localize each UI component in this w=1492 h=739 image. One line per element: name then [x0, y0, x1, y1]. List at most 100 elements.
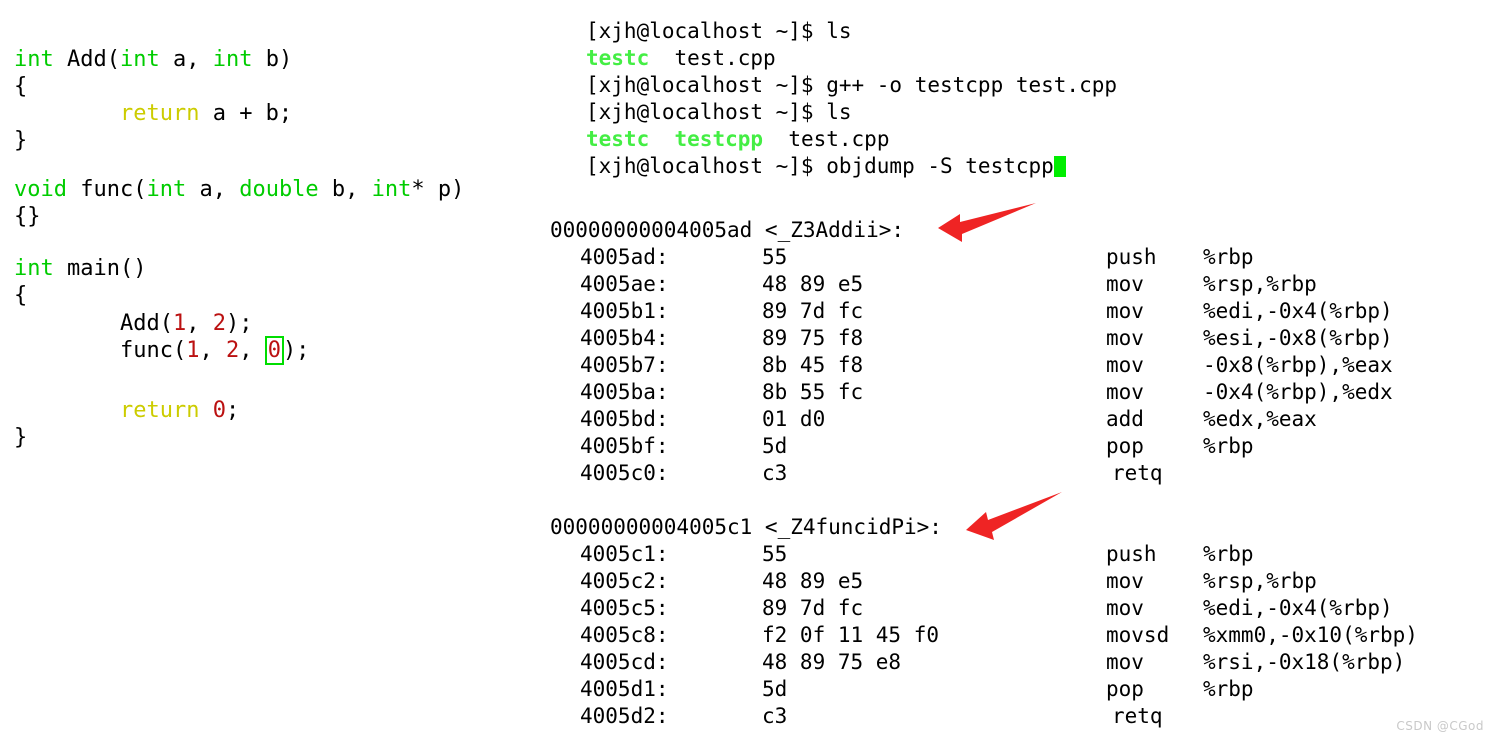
instruction-mnemonic: pop [1106, 677, 1144, 701]
code-line: func(1, 2, 0); [14, 336, 310, 365]
code-line: {} [14, 203, 41, 230]
code-token: , [239, 338, 266, 363]
csdn-watermark: CSDN @CGod [1396, 719, 1484, 733]
disassembly-row: 4005ae: 48 89 e5 mov %rsp,%rbp [540, 271, 1492, 298]
instruction-operands: %rsp,%rbp [1203, 272, 1317, 296]
code-line: int Add(int a, int b) [14, 46, 292, 73]
code-line: } [14, 127, 27, 154]
instruction-mnemonic: mov [1106, 272, 1144, 296]
instruction-bytes: 55 [762, 245, 788, 269]
terminal-line: [xjh@localhost ~]$ ls [586, 18, 852, 45]
instruction-address: 4005ba: [580, 380, 669, 404]
instruction-operands: %rbp [1203, 542, 1254, 566]
instruction-bytes: 5d [762, 677, 788, 701]
disassembly-row: 4005ba: 8b 55 fc mov -0x4(%rbp),%edx [540, 379, 1492, 406]
code-token: a, [159, 47, 213, 72]
instruction-bytes: 89 75 f8 [762, 326, 864, 350]
code-line: { [14, 282, 27, 309]
code-token: return [119, 101, 200, 126]
terminal-text: test.cpp [763, 127, 890, 151]
instruction-operands: %xmm0,-0x10(%rbp) [1203, 623, 1418, 647]
terminal-line: [xjh@localhost ~]$ ls [586, 99, 852, 126]
instruction-address: 4005ad: [580, 245, 669, 269]
code-token: Add( [14, 311, 173, 336]
instruction-operands: %rbp [1203, 434, 1254, 458]
instruction-operands: %rbp [1203, 245, 1254, 269]
instruction-address: 4005b4: [580, 326, 669, 350]
code-token: { [14, 74, 28, 99]
instruction-bytes: 48 89 e5 [762, 272, 864, 296]
disassembly-row: 4005c8: f2 0f 11 45 f0 movsd %xmm0,-0x10(%r… [540, 622, 1492, 649]
instruction-operands: %rbp [1203, 677, 1254, 701]
code-line: return a + b; [14, 100, 292, 127]
terminal-text: test.cpp [649, 46, 776, 70]
instruction-address: 4005c2: [580, 569, 669, 593]
instruction-mnemonic: mov [1106, 569, 1144, 593]
instruction-mnemonic: mov [1106, 380, 1144, 404]
terminal-executable-name: testc [586, 127, 650, 151]
terminal-text: [xjh@localhost ~]$ g++ -o testcpp test.c… [586, 73, 1118, 97]
code-token: a, [186, 177, 240, 202]
instruction-mnemonic: mov [1106, 299, 1144, 323]
code-token: int [371, 177, 412, 202]
selected-argument-token[interactable]: 0 [264, 336, 284, 365]
disassembly-row: 4005ad: 55 push %rbp [540, 244, 1492, 271]
code-token: a + b; [199, 101, 293, 126]
instruction-bytes: f2 0f 11 45 f0 [762, 623, 940, 647]
instruction-address: 4005c5: [580, 596, 669, 620]
instruction-address: 4005bf: [580, 434, 669, 458]
code-token: * p) [411, 177, 465, 202]
disassembly-row: 4005cd: 48 89 75 e8 mov %rsi,-0x18(%rbp) [540, 649, 1492, 676]
terminal-text: [xjh@localhost ~]$ ls [586, 100, 852, 124]
instruction-address: 4005c1: [580, 542, 669, 566]
disassembly-symbol-header: 00000000004005ad <_Z3Addii>: [550, 218, 905, 242]
instruction-address: 4005cd: [580, 650, 669, 674]
code-token: int [146, 177, 187, 202]
code-token: b, [318, 177, 372, 202]
disassembly-row: 4005c1: 55 push %rbp [540, 541, 1492, 568]
code-token: 1 [186, 338, 200, 363]
code-token: int [212, 47, 253, 72]
code-token: double [239, 177, 319, 202]
instruction-bytes: 5d [762, 434, 788, 458]
instruction-address: 4005d2: [580, 704, 669, 728]
instruction-mnemonic: add [1106, 407, 1144, 431]
instruction-mnemonic: pop [1106, 434, 1144, 458]
code-token: void [14, 177, 67, 202]
code-token: ); [282, 338, 310, 363]
terminal-text: [xjh@localhost ~]$ objdump -S testcpp [586, 154, 1054, 178]
instruction-operands: -0x4(%rbp),%edx [1203, 380, 1393, 404]
terminal-line: [xjh@localhost ~]$ objdump -S testcpp [586, 153, 1066, 180]
instruction-address: 4005d1: [580, 677, 669, 701]
disassembly-row: 4005b1: 89 7d fc mov %edi,-0x4(%rbp) [540, 298, 1492, 325]
instruction-bytes: 89 7d fc [762, 596, 864, 620]
code-token: b) [252, 47, 293, 72]
instruction-bytes: 89 7d fc [762, 299, 864, 323]
instruction-operands: %rsp,%rbp [1203, 569, 1317, 593]
instruction-bytes: 8b 45 f8 [762, 353, 864, 377]
instruction-mnemonic: mov [1106, 353, 1144, 377]
code-token: ); [225, 311, 253, 336]
instruction-address: 4005c0: [580, 461, 669, 485]
code-token: , [186, 311, 213, 336]
instruction-mnemonic: mov [1106, 596, 1144, 620]
disassembly-row: 4005c5: 89 7d fc mov %edi,-0x4(%rbp) [540, 595, 1492, 622]
instruction-operands: %rsi,-0x18(%rbp) [1203, 650, 1406, 674]
code-token: func( [66, 177, 147, 202]
disassembly-row: 4005d2: c3 retq [540, 703, 1492, 730]
code-token: ; [225, 398, 240, 423]
clipped-scroll-line: testcpp: file format elf64-x86-64 [560, 186, 1160, 196]
disassembly-row: 4005b4: 89 75 f8 mov %esi,-0x8(%rbp) [540, 325, 1492, 352]
code-line: Add(1, 2); [14, 310, 253, 337]
disassembly-row: 4005d1: 5d pop %rbp [540, 676, 1492, 703]
code-line: return 0; [14, 397, 239, 424]
instruction-bytes: 8b 55 fc [762, 380, 864, 404]
code-line: } [14, 424, 27, 451]
disassembly-row: 4005b7: 8b 45 f8 mov -0x8(%rbp),%eax [540, 352, 1492, 379]
